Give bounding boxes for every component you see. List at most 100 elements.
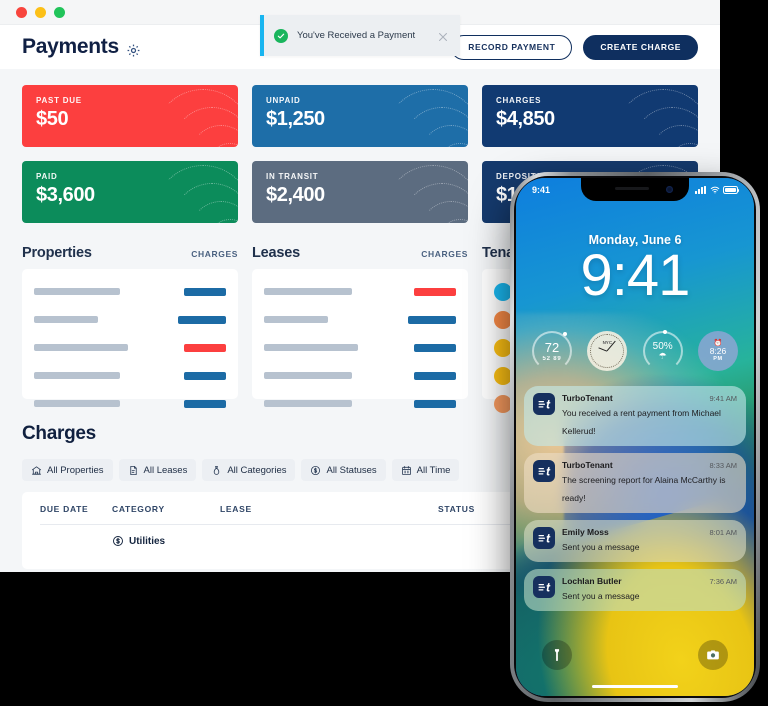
lockscreen-controls (516, 640, 754, 670)
list-item[interactable] (264, 366, 456, 385)
notification-item[interactable]: Lochlan Butler 7:36 AM Sent you a messag… (524, 569, 746, 611)
status-bar-indicators (695, 185, 740, 194)
notification-top: TurboTenant 8:33 AM (562, 460, 737, 470)
turbotenant-app-icon (533, 576, 555, 598)
list-item[interactable] (34, 310, 226, 329)
leases-list-section: Leases CHARGES (252, 245, 468, 408)
dollar-circle-icon (112, 535, 124, 547)
camera-icon (706, 648, 720, 662)
record-payment-button[interactable]: RECORD PAYMENT (451, 34, 573, 60)
alarm-meridiem: PM (713, 356, 723, 363)
check-circle-icon (274, 28, 288, 43)
window-close-button[interactable] (16, 6, 27, 18)
turbotenant-app-icon (533, 460, 555, 482)
payment-received-toast: You've Received a Payment (260, 15, 460, 56)
list-item[interactable] (264, 394, 456, 413)
list-card (22, 269, 238, 408)
iphone-mockup: 9:41 Monday, June 6 9:41 72 52 89 NYC 50… (510, 172, 760, 702)
notification-time: 8:01 AM (709, 528, 737, 537)
notification-item[interactable]: TurboTenant 8:33 AM The screening report… (524, 453, 746, 513)
turbotenant-app-icon (533, 393, 555, 415)
filter-all-categories[interactable]: All Categories (202, 459, 296, 481)
lockscreen-widgets: 72 52 89 NYC 50% ☂ ⏰ 8:26 PM (526, 330, 744, 372)
cellular-bars-icon (695, 185, 706, 194)
flashlight-button[interactable] (542, 640, 572, 670)
alarm-widget[interactable]: ⏰ 8:26 PM (697, 331, 738, 371)
list-charges-label: CHARGES (421, 249, 468, 259)
decorative-arcs (152, 87, 238, 147)
stat-card-charges[interactable]: CHARGES $4,850 (482, 85, 698, 147)
list-title: Leases (252, 245, 300, 261)
phone-status-bar: 9:41 (516, 178, 754, 201)
world-clock-widget[interactable]: NYC (587, 331, 628, 371)
list-item[interactable] (34, 394, 226, 413)
column-header-category[interactable]: CATEGORY (112, 504, 220, 514)
notification-item[interactable]: TurboTenant 9:41 AM You received a rent … (524, 386, 746, 446)
column-header-due-date[interactable]: DUE DATE (40, 504, 112, 514)
weather-range: 52 89 (542, 355, 562, 362)
decorative-arcs (612, 87, 698, 147)
window-minimize-button[interactable] (35, 6, 46, 18)
create-charge-button[interactable]: CREATE CHARGE (583, 34, 698, 60)
notification-text: You received a rent payment from Michael… (562, 408, 721, 436)
turbotenant-app-icon (533, 527, 555, 549)
properties-list-section: Properties CHARGES (22, 245, 238, 408)
notification-top: TurboTenant 9:41 AM (562, 393, 737, 403)
notification-body: TurboTenant 9:41 AM You received a rent … (562, 393, 737, 439)
header-actions: RECORD PAYMENT CREATE CHARGE (451, 34, 698, 60)
dollar-circle-icon (310, 465, 321, 476)
stat-card-past-due[interactable]: PAST DUE $50 (22, 85, 238, 147)
notification-stack: TurboTenant 9:41 AM You received a rent … (524, 386, 746, 611)
flashlight-icon (550, 648, 564, 662)
filter-all-statuses[interactable]: All Statuses (301, 459, 386, 481)
column-header-status[interactable]: STATUS (438, 504, 516, 514)
list-item[interactable] (34, 338, 226, 357)
document-icon (128, 465, 139, 476)
list-card (252, 269, 468, 408)
filter-label: All Statuses (326, 464, 377, 476)
notification-item[interactable]: Emily Moss 8:01 AM Sent you a message (524, 520, 746, 562)
notification-body: Lochlan Butler 7:36 AM Sent you a messag… (562, 576, 737, 604)
stat-card-paid[interactable]: PAID $3,600 (22, 161, 238, 223)
notification-text: The screening report for Alaina McCarthy… (562, 475, 726, 503)
status-bar-time: 9:41 (532, 184, 551, 195)
filter-label: All Categories (227, 464, 287, 476)
stat-card-unpaid[interactable]: UNPAID $1,250 (252, 85, 468, 147)
notification-body: TurboTenant 8:33 AM The screening report… (562, 460, 737, 506)
stat-card-in-transit[interactable]: IN TRANSIT $2,400 (252, 161, 468, 223)
notification-time: 9:41 AM (709, 394, 737, 403)
list-charges-label: CHARGES (191, 249, 238, 259)
list-item[interactable] (34, 282, 226, 301)
list-item[interactable] (34, 366, 226, 385)
calendar-icon (401, 465, 412, 476)
list-title: Properties (22, 245, 92, 261)
notification-top: Emily Moss 8:01 AM (562, 527, 737, 537)
notification-text: Sent you a message (562, 542, 640, 552)
filter-all-time[interactable]: All Time (391, 459, 460, 481)
column-header-lease[interactable]: LEASE (220, 504, 438, 514)
home-indicator[interactable] (592, 684, 678, 688)
notification-time: 8:33 AM (709, 461, 737, 470)
list-item[interactable] (264, 310, 456, 329)
category-name: Utilities (129, 535, 166, 547)
gear-icon[interactable] (126, 40, 141, 56)
building-icon (31, 465, 42, 476)
close-icon[interactable] (437, 30, 449, 42)
precipitation-widget[interactable]: 50% ☂ (642, 330, 683, 371)
window-maximize-button[interactable] (54, 6, 65, 18)
weather-widget[interactable]: 72 52 89 (532, 331, 572, 371)
camera-button[interactable] (698, 640, 728, 670)
screenshot-stage: Payments RECORD PAYMENT CREATE CHARGE Yo… (0, 0, 768, 706)
filter-all-leases[interactable]: All Leases (118, 459, 197, 481)
notification-app-name: TurboTenant (562, 460, 613, 470)
notification-app-name: TurboTenant (562, 393, 613, 403)
notification-sender-name: Lochlan Butler (562, 576, 622, 586)
lockscreen-time: 9:41 (580, 243, 691, 308)
list-item[interactable] (264, 282, 456, 301)
notification-text: Sent you a message (562, 591, 640, 601)
filter-all-properties[interactable]: All Properties (22, 459, 113, 481)
toast-message: You've Received a Payment (297, 30, 416, 41)
list-item[interactable] (264, 338, 456, 357)
decorative-arcs (152, 163, 238, 223)
notification-time: 7:36 AM (709, 577, 737, 586)
